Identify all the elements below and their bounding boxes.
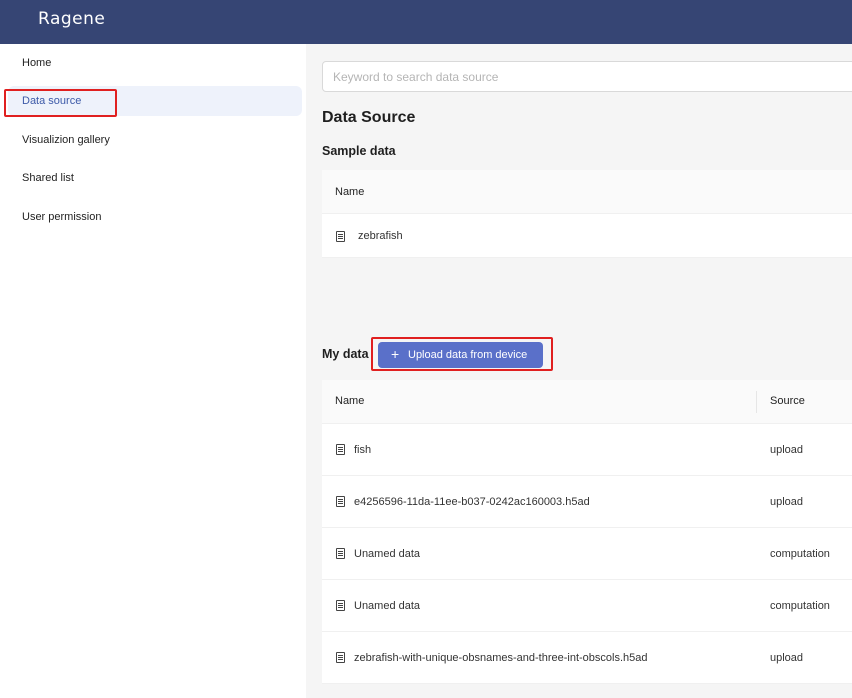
sidebar-item-user-permission[interactable]: User permission	[8, 202, 302, 232]
sidebar-item-label: Data source	[22, 95, 82, 107]
page-title: Data Source	[322, 109, 416, 126]
table-row[interactable]: fish upload	[322, 424, 852, 476]
upload-button-label: Upload data from device	[408, 349, 528, 361]
file-icon	[336, 600, 345, 611]
file-icon	[336, 652, 345, 663]
column-header-name: Name	[335, 395, 365, 407]
sidebar-item-label: Home	[22, 57, 52, 69]
sample-data-title: Sample data	[322, 144, 396, 158]
my-data-title: My data	[322, 347, 369, 361]
row-name: fish	[354, 444, 372, 456]
row-name: Unamed data	[354, 600, 421, 612]
my-data-table: Name Source fish upload e4256596-11da-11…	[322, 380, 852, 684]
sidebar-item-visualization-gallery[interactable]: Visualizion gallery	[8, 125, 302, 155]
sidebar-item-data-source[interactable]: Data source	[8, 86, 302, 116]
sidebar-item-shared-list[interactable]: Shared list	[8, 163, 302, 193]
sidebar-item-label: User permission	[22, 211, 102, 223]
column-header-source: Source	[770, 395, 805, 407]
top-bar: Ragene	[0, 0, 852, 44]
table-row[interactable]: e4256596-11da-11ee-b037-0242ac160003.h5a…	[322, 476, 852, 528]
row-source: upload	[770, 652, 804, 664]
table-header: Name Source	[322, 380, 852, 424]
upload-data-button[interactable]: + Upload data from device	[378, 342, 543, 368]
table-row[interactable]: Unamed data computation	[322, 528, 852, 580]
column-divider	[756, 391, 757, 413]
row-name: zebrafish-with-unique-obsnames-and-three…	[354, 652, 648, 664]
file-icon	[336, 231, 345, 242]
app-logo[interactable]: Ragene	[38, 9, 105, 29]
file-icon	[336, 548, 345, 559]
row-source: computation	[770, 548, 830, 560]
table-header: Name	[322, 170, 852, 214]
row-name: zebrafish	[358, 230, 403, 242]
row-source: computation	[770, 600, 830, 612]
table-row[interactable]: Unamed data computation	[322, 580, 852, 632]
table-row[interactable]: zebrafish-with-unique-obsnames-and-three…	[322, 632, 852, 684]
sidebar: Home Data source Visualizion gallery Sha…	[0, 44, 306, 698]
file-icon	[336, 444, 345, 455]
sidebar-item-label: Visualizion gallery	[22, 134, 110, 146]
row-name: e4256596-11da-11ee-b037-0242ac160003.h5a…	[354, 496, 590, 508]
table-row[interactable]: zebrafish	[322, 214, 852, 258]
column-header-name: Name	[335, 186, 365, 198]
search-input[interactable]	[322, 61, 852, 92]
row-name: Unamed data	[354, 548, 421, 560]
sample-data-table: Name zebrafish	[322, 170, 852, 258]
file-icon	[336, 496, 345, 507]
sidebar-item-home[interactable]: Home	[8, 48, 302, 78]
row-source: upload	[770, 496, 804, 508]
plus-icon: +	[391, 346, 400, 362]
row-source: upload	[770, 444, 804, 456]
sidebar-item-label: Shared list	[22, 172, 74, 184]
